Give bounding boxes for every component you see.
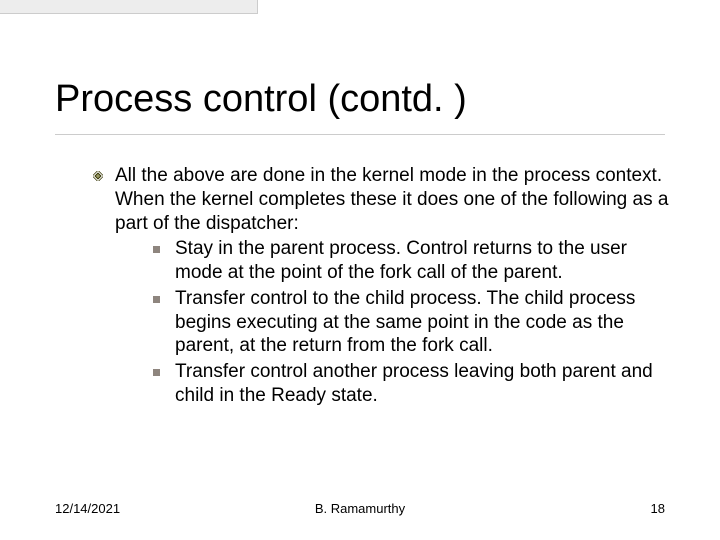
sub-text: Transfer control to the child process. T… — [175, 288, 635, 357]
sub-list: Stay in the parent process. Control retu… — [115, 237, 672, 407]
square-bullet-icon — [153, 296, 160, 303]
sub-text: Transfer control another process leaving… — [175, 361, 653, 406]
sub-text: Stay in the parent process. Control retu… — [175, 238, 627, 283]
sub-item: Transfer control another process leaving… — [153, 360, 672, 408]
slide-title: Process control (contd. ) — [55, 78, 467, 122]
square-bullet-icon — [153, 369, 160, 376]
diamond-bullet-icon — [93, 171, 103, 181]
top-bar-stub — [0, 0, 258, 14]
slide-body: All the above are done in the kernel mod… — [95, 164, 672, 412]
sub-item: Transfer control to the child process. T… — [153, 287, 672, 358]
footer-date: 12/14/2021 — [55, 501, 120, 516]
footer-page-number: 18 — [651, 501, 665, 516]
square-bullet-icon — [153, 246, 160, 253]
sub-item: Stay in the parent process. Control retu… — [153, 237, 672, 285]
intro-paragraph: All the above are done in the kernel mod… — [95, 164, 672, 408]
slide: Process control (contd. ) All the above … — [0, 0, 720, 540]
intro-text: All the above are done in the kernel mod… — [115, 165, 668, 234]
title-underline — [55, 134, 665, 135]
footer-author: B. Ramamurthy — [315, 501, 405, 516]
